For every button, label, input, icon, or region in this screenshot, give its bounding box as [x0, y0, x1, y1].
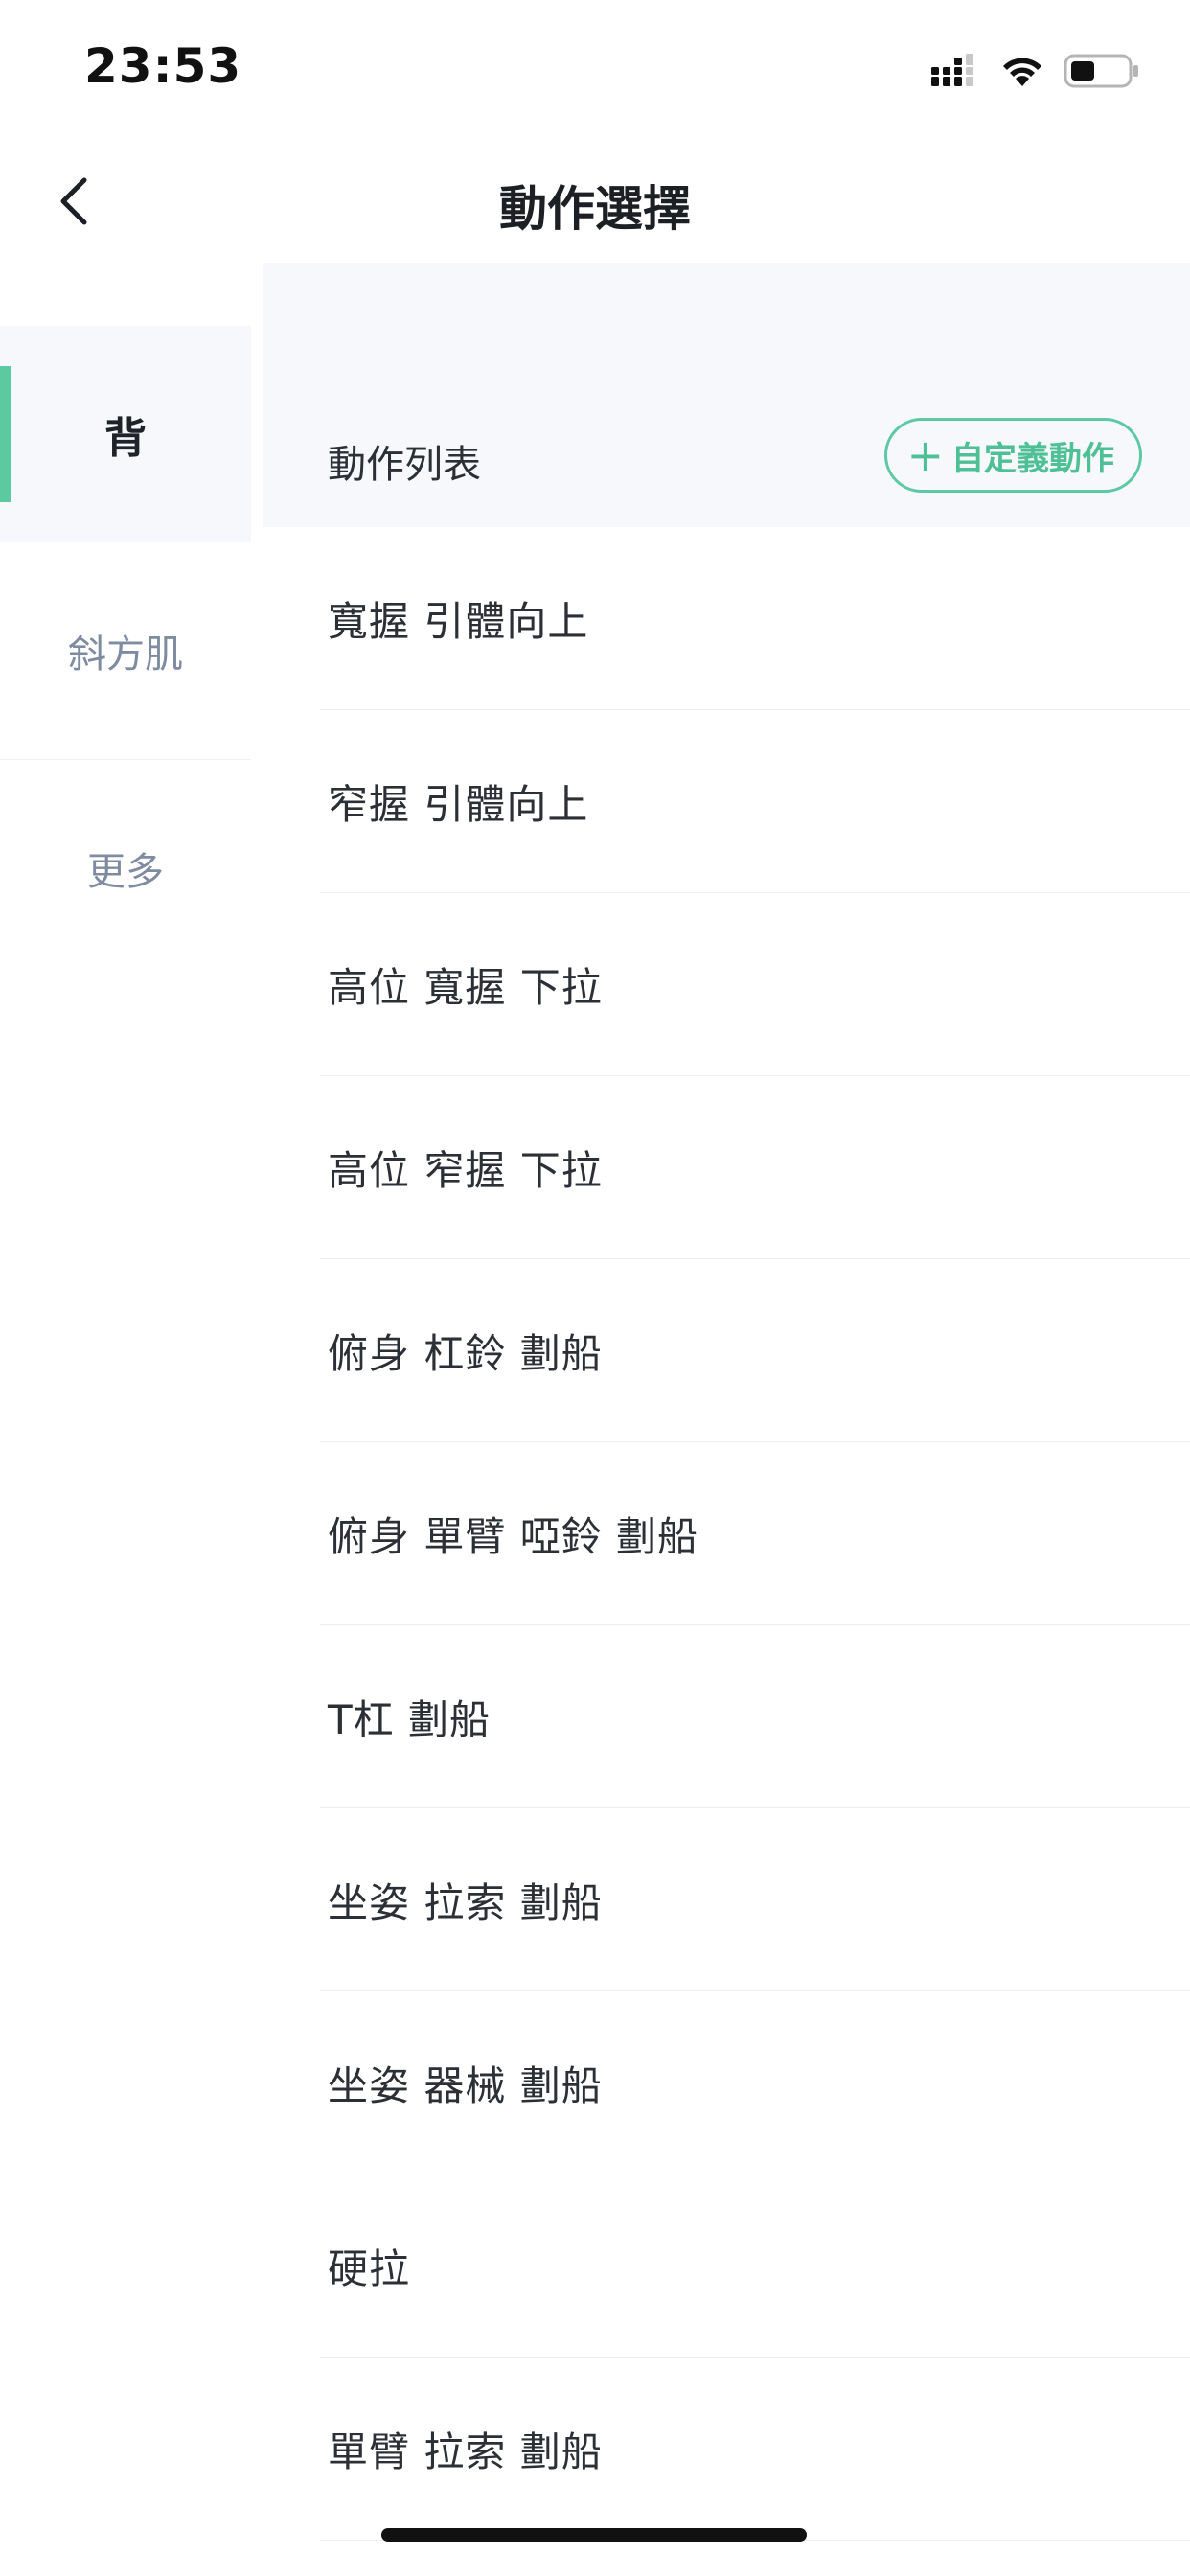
sidebar-item-label: 斜方肌: [68, 632, 183, 677]
exercise-item[interactable]: 高位 窄握 下拉: [320, 1076, 1190, 1259]
exercise-list: 寬握 引體向上 窄握 引體向上 高位 寬握 下拉 高位 窄握 下拉 俯身 杠鈴 …: [263, 527, 1190, 2541]
exercise-item[interactable]: 俯身 單臂 啞鈴 劃船: [320, 1442, 1190, 1625]
battery-icon: [1064, 53, 1140, 89]
exercise-item[interactable]: 坐姿 拉索 劃船: [320, 1808, 1190, 1991]
list-header: 動作列表 + 自定義動作: [263, 263, 1190, 527]
active-indicator: [0, 366, 11, 502]
category-sidebar: 背 斜方肌 更多: [0, 326, 251, 978]
status-time: 23:53: [84, 38, 242, 94]
exercise-item[interactable]: 寬握 引體向上: [320, 527, 1190, 710]
page-title: 動作選擇: [499, 181, 691, 237]
list-header-title: 動作列表: [328, 443, 481, 487]
custom-action-button[interactable]: + 自定義動作: [884, 418, 1142, 493]
signal-icon: [931, 54, 981, 88]
sidebar-item-more[interactable]: 更多: [0, 760, 251, 978]
sidebar-item-trapezius[interactable]: 斜方肌: [0, 542, 251, 760]
exercise-item[interactable]: 坐姿 器械 劃船: [320, 1991, 1190, 2174]
plus-icon: +: [906, 429, 944, 481]
sidebar-item-back[interactable]: 背: [0, 326, 251, 542]
exercise-item[interactable]: 單臂 拉索 劃船: [320, 2358, 1190, 2541]
sidebar-item-label: 更多: [87, 850, 164, 894]
custom-action-label: 自定義動作: [951, 439, 1114, 478]
exercise-item[interactable]: 俯身 杠鈴 劃船: [320, 1259, 1190, 1442]
exercise-item[interactable]: 窄握 引體向上: [320, 710, 1190, 893]
exercise-item[interactable]: T杠 劃船: [320, 1625, 1190, 1808]
home-indicator[interactable]: [381, 2528, 807, 2542]
status-bar: 23:53: [0, 0, 1190, 144]
status-icons: [931, 50, 1140, 92]
sidebar-item-label: 背: [104, 414, 147, 463]
exercise-item[interactable]: 高位 寬握 下拉: [320, 893, 1190, 1076]
exercise-content: 動作列表 + 自定義動作 寬握 引體向上 窄握 引體向上 高位 寬握 下拉 高位…: [263, 263, 1190, 2541]
wifi-icon: [1000, 54, 1044, 88]
nav-bar: 動作選擇: [0, 144, 1190, 259]
exercise-item[interactable]: 硬拉: [320, 2174, 1190, 2358]
